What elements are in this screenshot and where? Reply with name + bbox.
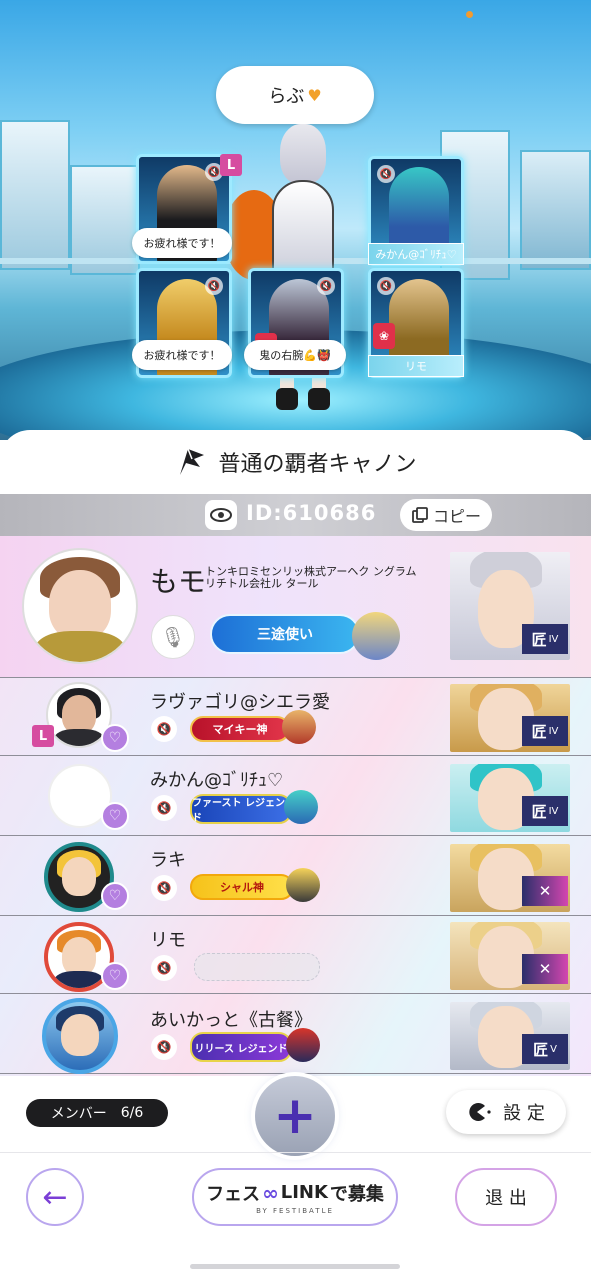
- character-portrait[interactable]: 匠V: [450, 1002, 570, 1070]
- mini-character-icon: [286, 868, 320, 902]
- party-title: 普通の覇者キャノン: [218, 452, 417, 477]
- member-name: リモ: [150, 930, 186, 951]
- player-bubble: みかん@ｺﾞﾘﾁｭ♡: [368, 243, 464, 265]
- member-count-pill: メンバー 6/6: [26, 1099, 168, 1127]
- link-icon: ∞: [262, 1180, 279, 1205]
- avatar[interactable]: [22, 548, 138, 664]
- settings-button[interactable]: 設 定: [446, 1090, 566, 1134]
- members-count: 6/6: [120, 1105, 144, 1121]
- copy-button[interactable]: コピー: [400, 499, 492, 531]
- back-button[interactable]: ←: [26, 1168, 84, 1226]
- mini-character-icon: [286, 1028, 320, 1062]
- rank-badge: 匠 IV: [522, 796, 568, 826]
- character-portrait[interactable]: ✕: [450, 844, 570, 912]
- member-name: もモ: [150, 565, 207, 598]
- rank-badge: ✕: [522, 954, 568, 984]
- copy-label: コピー: [432, 507, 481, 526]
- title-badge: リリース レジェンド: [190, 1032, 292, 1062]
- mute-icon[interactable]: 🔇: [151, 795, 177, 821]
- party-id: ID:610686: [246, 501, 377, 525]
- title-badge: 三途使い: [210, 614, 360, 654]
- mute-icon[interactable]: 🔇: [151, 875, 177, 901]
- leader-badge: L: [32, 725, 54, 747]
- character-portrait[interactable]: 匠 IV: [450, 684, 570, 752]
- mute-icon[interactable]: 🔇: [151, 955, 177, 981]
- member-name: ラキ: [150, 850, 186, 871]
- rank-badge: 匠V: [522, 1034, 568, 1064]
- home-indicator[interactable]: [190, 1264, 400, 1269]
- mini-character-icon: [352, 612, 400, 660]
- exit-label: 退 出: [485, 1188, 527, 1209]
- bg-building: [0, 120, 70, 270]
- mini-character-icon: [282, 710, 316, 744]
- player-bubble: お疲れ様です！: [132, 228, 232, 258]
- character-portrait[interactable]: ✕: [450, 922, 570, 990]
- rank-badge: 匠 IV: [522, 716, 568, 746]
- bg-building: [520, 150, 591, 270]
- character-portrait[interactable]: 匠 IV: [450, 764, 570, 832]
- mini-character-icon: [284, 790, 318, 824]
- eye-icon[interactable]: [205, 500, 237, 530]
- pacman-icon: [469, 1103, 491, 1121]
- rank-badge: ✕: [522, 876, 568, 906]
- player-bubble: リモ: [368, 355, 464, 377]
- copy-icon: [412, 507, 428, 523]
- heart-icon: ♥: [307, 85, 322, 105]
- add-member-button[interactable]: +: [255, 1076, 335, 1156]
- rank-badge: 匠 IV: [522, 624, 568, 654]
- mute-icon: 🔇: [377, 277, 395, 295]
- friend-icon: ♡: [101, 962, 129, 990]
- recruit-sub: BY FESTIBATLE: [256, 1206, 334, 1215]
- flag-icon: [180, 448, 205, 475]
- notification-dot: [466, 11, 473, 18]
- friend-icon: ♡: [101, 882, 129, 910]
- red-tag-icon: ❀: [373, 323, 395, 349]
- party-title-row: 普通の覇者キャノン: [0, 438, 591, 486]
- mute-icon: 🔇: [317, 277, 335, 295]
- mute-icon: 🔇: [205, 277, 223, 295]
- avatar[interactable]: [42, 998, 118, 1074]
- recruit-label-a: フェス: [206, 1183, 261, 1205]
- recruit-button[interactable]: フェス ∞ LINK で募集 BY FESTIBATLE: [192, 1168, 398, 1226]
- member-name: あいかっと《古餐》: [150, 1010, 312, 1031]
- speech-bubble: らぶ ♥: [216, 66, 374, 124]
- settings-label: 設 定: [503, 1103, 545, 1124]
- player-bubble: 鬼の右腕💪👹: [244, 340, 346, 370]
- player-bubble: お疲れ様です！: [132, 340, 232, 370]
- leader-badge: L: [220, 154, 242, 176]
- recruit-label-b: LINK: [280, 1182, 328, 1203]
- mute-icon[interactable]: 🔇: [151, 716, 177, 742]
- exit-button[interactable]: 退 出: [455, 1168, 557, 1226]
- member-name: みかん@ｺﾞﾘﾁｭ♡: [150, 770, 284, 791]
- title-badge: マイキー神: [190, 716, 290, 742]
- mic-mute-icon[interactable]: 🎙: [151, 615, 195, 659]
- recruit-label-c: で募集: [329, 1183, 384, 1205]
- friend-icon: ♡: [101, 802, 129, 830]
- mute-icon: 🔇: [377, 165, 395, 183]
- party-id-bar: ID:610686 コピー: [0, 494, 591, 536]
- friend-icon: ♡: [101, 724, 129, 752]
- arrow-left-icon: ←: [42, 1179, 68, 1215]
- title-badge: シャル神: [190, 874, 294, 900]
- character-portrait[interactable]: 匠 IV: [450, 552, 570, 660]
- divider: [0, 1152, 591, 1153]
- title-badge: ファースト レジェンド: [190, 794, 292, 824]
- title-badge-empty: [194, 953, 320, 981]
- member-corp-text: トンキロミセンリッ株式アーヘク ングラムリチトル会社ル タール: [205, 565, 417, 590]
- members-label: メンバー: [50, 1106, 107, 1122]
- plus-icon: +: [273, 1086, 317, 1146]
- mute-icon[interactable]: 🔇: [151, 1034, 177, 1060]
- speech-text: らぶ: [268, 86, 305, 107]
